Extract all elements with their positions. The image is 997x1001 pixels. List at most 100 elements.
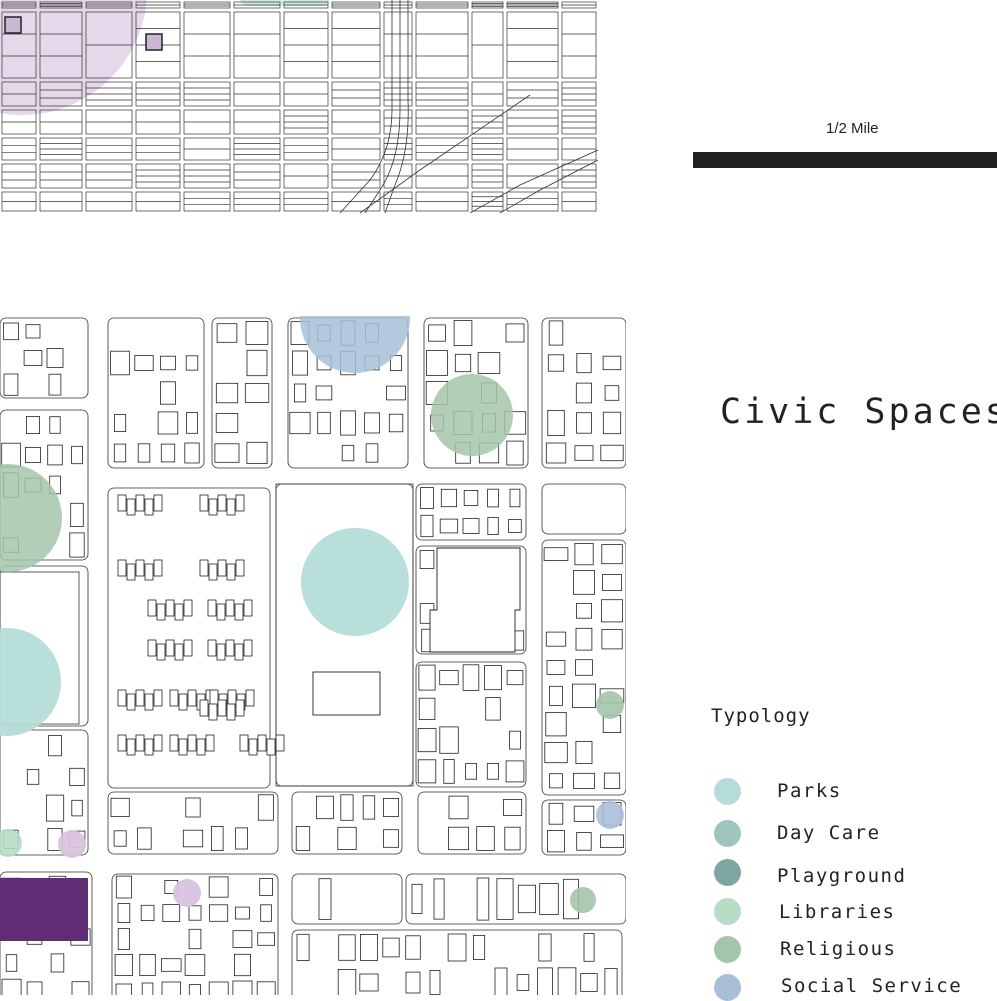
building-footprint [217,559,227,577]
community-circle[interactable] [173,879,201,907]
building-footprint [226,703,236,721]
building-footprint [548,320,564,346]
building-footprint [161,958,182,972]
building-footprint [165,599,175,617]
building-footprint [576,832,592,851]
building-footprint [573,570,596,595]
city-block [541,483,626,535]
legend-label-libraries: Libraries [779,901,896,923]
building-footprint [210,826,224,852]
building-footprint [575,627,593,651]
building-footprint [601,629,623,650]
park-circle[interactable] [301,528,409,636]
building-footprint [338,934,356,961]
school-building [429,547,521,653]
building-footprint [405,971,421,994]
building-footprint [117,903,131,924]
building-footprint [153,689,163,707]
legend-item-libraries[interactable] [714,898,741,925]
building-footprint [256,981,276,995]
building-footprint [115,983,133,995]
building-footprint [207,639,217,657]
building-footprint [70,502,84,527]
building-footprint [477,352,501,374]
building-footprint [259,878,274,896]
building-footprint [604,385,620,401]
building-footprint [316,795,334,820]
building-footprint [144,563,154,581]
building-footprint [296,933,310,961]
building-footprint [135,734,145,752]
building-footprint [487,517,499,536]
building-footprint [188,905,202,921]
building-footprint [184,954,206,976]
legend-item-social-service[interactable] [714,974,741,1001]
building-footprint [117,734,127,752]
building-footprint [257,932,276,946]
building-footprint [600,834,624,849]
building-footprint [517,884,536,914]
building-footprint [235,494,245,512]
building-footprint [574,543,594,566]
building-footprint [208,981,229,995]
building-footprint [472,935,486,960]
building-footprint [117,928,130,950]
legend-item-day-care[interactable] [714,820,741,847]
building-footprint [293,383,307,403]
building-footprint [126,693,136,711]
community-center-lot[interactable] [0,878,88,941]
building-footprint [337,826,357,850]
building-footprint [134,354,154,371]
building-footprint [135,689,145,707]
building-footprint [26,981,43,995]
building-footprint [580,973,598,992]
legend-item-religious[interactable] [714,936,741,963]
building-footprint [411,883,423,914]
building-footprint [504,826,521,851]
building-footprint [509,488,521,508]
park-circle[interactable] [0,628,61,736]
building-footprint [440,488,457,508]
building-footprint [71,981,90,995]
building-footprint [216,603,226,621]
legend-item-parks[interactable] [714,778,741,805]
community-circle[interactable] [58,830,86,858]
building-footprint [246,349,268,377]
religious-circle[interactable] [431,374,513,456]
building-footprint [208,563,218,581]
building-footprint [363,412,380,434]
building-footprint [144,738,154,756]
libraries-dot-icon [714,898,741,925]
legend-item-playground[interactable] [714,859,741,886]
building-footprint [245,689,255,707]
building-footprint [549,773,563,789]
building-footprint [69,532,85,558]
building-footprint [246,441,268,464]
religious-circle[interactable] [596,691,624,719]
building-footprint [208,876,229,898]
libraries-circle[interactable] [0,829,22,857]
building-footprint [69,767,85,786]
religious-circle[interactable] [570,887,596,913]
building-footprint [114,414,127,432]
building-footprint [443,759,455,784]
building-footprint [509,730,521,750]
social-service-circle[interactable] [300,263,410,373]
building-footprint [1,978,22,995]
building-footprint [419,550,435,570]
building-footprint [3,322,20,341]
social-service-circle[interactable] [596,801,624,829]
building-footprint [257,734,267,752]
building-footprint [126,563,136,581]
building-footprint [153,559,163,577]
building-footprint [433,878,445,920]
building-footprint [47,444,63,466]
building-footprint [484,665,502,691]
building-footprint [494,967,508,995]
building-footprint [188,984,202,995]
building-footprint [46,794,65,822]
building-footprint [214,443,240,463]
building-footprint [447,826,469,851]
building-footprint [117,494,127,512]
building-footprint [547,830,565,853]
